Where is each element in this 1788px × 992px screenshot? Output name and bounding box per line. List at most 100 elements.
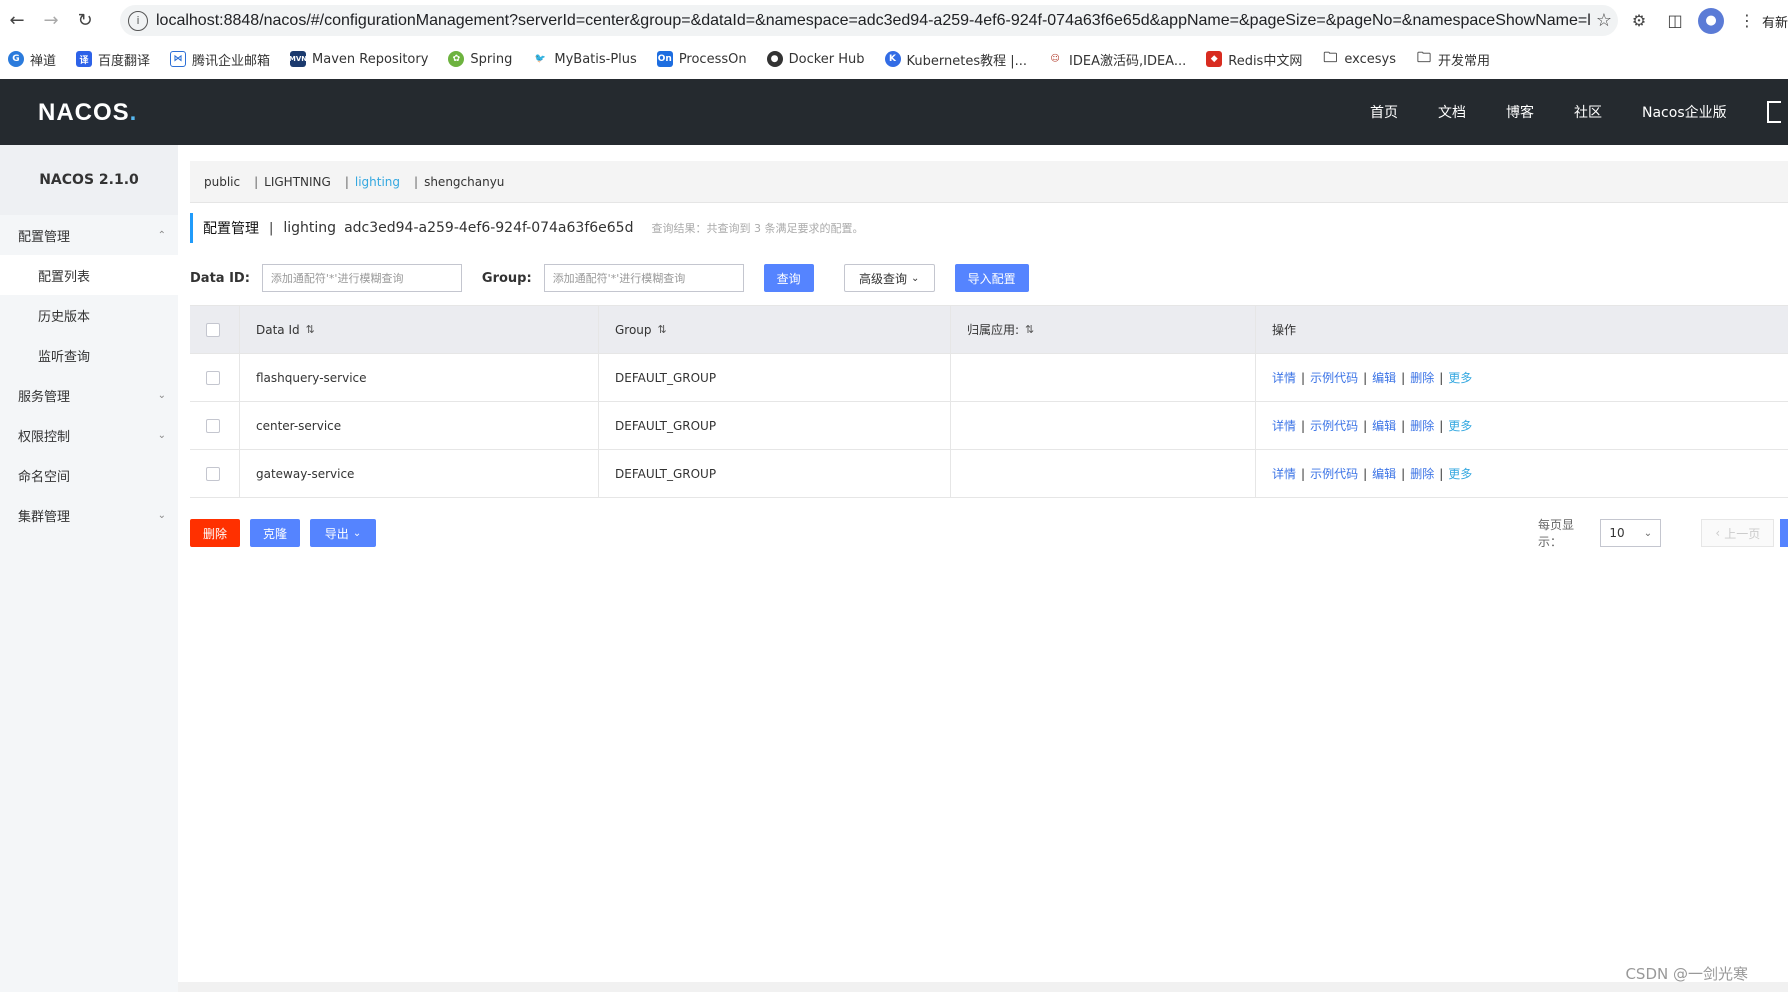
group-input[interactable]: 添加通配符'*'进行模糊查询 bbox=[543, 264, 744, 292]
nav-blog[interactable]: 博客 bbox=[1506, 102, 1534, 122]
data-id-input[interactable]: 添加通配符'*'进行模糊查询 bbox=[261, 264, 462, 292]
batch-actions: 删除 克隆 导出 ⌄ bbox=[190, 518, 376, 548]
query-button[interactable]: 查询 bbox=[763, 264, 814, 292]
sidebar-item-config-management[interactable]: 配置管理 ⌃ bbox=[0, 215, 178, 255]
clone-button[interactable]: 克隆 bbox=[250, 519, 300, 547]
nav-home[interactable]: 首页 bbox=[1370, 102, 1398, 122]
bookmark-item[interactable]: On ProcessOn bbox=[656, 51, 747, 67]
sort-icon[interactable]: ⇅ bbox=[306, 323, 315, 336]
cell-group: DEFAULT_GROUP bbox=[599, 450, 951, 497]
select-all-checkbox[interactable] bbox=[206, 322, 220, 337]
sidebar-item-namespace[interactable]: 命名空间 bbox=[0, 455, 178, 495]
chevron-down-icon: ⌄ bbox=[157, 509, 166, 521]
zentao-icon: G bbox=[8, 51, 24, 67]
table-row: flashquery-service DEFAULT_GROUP 详情 | 示例代… bbox=[190, 354, 1788, 402]
extensions-icon[interactable]: ⚙ bbox=[1626, 8, 1652, 34]
nav-community[interactable]: 社区 bbox=[1574, 102, 1602, 122]
language-switch-icon[interactable] bbox=[1766, 101, 1781, 123]
action-more[interactable]: 更多 bbox=[1448, 465, 1472, 482]
action-more[interactable]: 更多 bbox=[1448, 369, 1472, 386]
namespace-shengchanyu[interactable]: shengchanyu bbox=[424, 175, 504, 189]
action-sample-code[interactable]: 示例代码 bbox=[1310, 369, 1358, 386]
idea-icon: ☺ bbox=[1047, 51, 1064, 67]
folder-icon: 🗀 bbox=[1322, 50, 1339, 67]
sort-icon[interactable]: ⇅ bbox=[1025, 323, 1034, 336]
bookmark-item[interactable]: ◆ Redis中文网 bbox=[1206, 50, 1302, 69]
forward-arrow-icon[interactable]: → bbox=[34, 3, 68, 37]
import-config-button[interactable]: 导入配置 bbox=[954, 264, 1029, 292]
action-detail[interactable]: 详情 bbox=[1272, 369, 1296, 386]
title-namespace-id: adc3ed94-a259-4ef6-924f-074a63f6e65d bbox=[344, 220, 634, 236]
bookmark-item[interactable]: ⋈ 腾讯企业邮箱 bbox=[170, 50, 270, 69]
row-checkbox[interactable] bbox=[206, 370, 220, 385]
chevron-down-icon: ⌄ bbox=[911, 272, 920, 284]
prev-page-button[interactable]: ‹ 上一页 bbox=[1701, 519, 1775, 547]
side-panel-icon[interactable]: ◫ bbox=[1662, 8, 1688, 34]
url-text[interactable]: localhost:8848/nacos/#/configurationMana… bbox=[156, 12, 1590, 30]
action-sample-code[interactable]: 示例代码 bbox=[1310, 465, 1358, 482]
horizontal-scrollbar[interactable] bbox=[178, 982, 1788, 992]
bookmark-item[interactable]: G 禅道 bbox=[8, 50, 56, 69]
sidebar-item-service-management[interactable]: 服务管理 ⌄ bbox=[0, 375, 178, 415]
namespace-lighting[interactable]: lighting bbox=[355, 175, 400, 189]
export-button[interactable]: 导出 ⌄ bbox=[310, 519, 376, 547]
address-bar[interactable]: i localhost:8848/nacos/#/configurationMa… bbox=[120, 5, 1618, 36]
update-badge[interactable]: 有新 bbox=[1762, 12, 1788, 31]
bookmark-item[interactable]: ● Docker Hub bbox=[766, 51, 865, 67]
sort-icon[interactable]: ⇅ bbox=[658, 323, 667, 336]
action-delete[interactable]: 删除 bbox=[1410, 417, 1434, 434]
bookmark-star-icon[interactable]: ☆ bbox=[1590, 10, 1618, 31]
bookmark-folder[interactable]: 🗀 开发常用 bbox=[1415, 50, 1490, 69]
current-page-button[interactable] bbox=[1780, 519, 1788, 547]
col-actions: 操作 bbox=[1272, 323, 1297, 337]
main-content: public | LIGHTNING | lighting | shengcha… bbox=[178, 145, 1788, 992]
cell-actions: 详情 | 示例代码 | 编辑 | 删除 | 更多 bbox=[1272, 417, 1473, 434]
row-checkbox[interactable] bbox=[206, 466, 220, 481]
page-size-select[interactable]: 10 ⌄ bbox=[1600, 519, 1662, 547]
sidebar-item-config-list[interactable]: 配置列表 bbox=[0, 255, 178, 295]
sidebar-item-history[interactable]: 历史版本 bbox=[0, 295, 178, 335]
batch-delete-button[interactable]: 删除 bbox=[190, 519, 240, 547]
action-edit[interactable]: 编辑 bbox=[1372, 369, 1396, 386]
advanced-query-button[interactable]: 高级查询 ⌄ bbox=[843, 264, 935, 292]
row-checkbox[interactable] bbox=[206, 418, 220, 433]
bookmark-folder[interactable]: 🗀 excesys bbox=[1322, 50, 1396, 67]
bookmark-item[interactable]: 译百度翻译 bbox=[76, 50, 150, 69]
action-delete[interactable]: 删除 bbox=[1410, 369, 1434, 386]
menu-dots-icon[interactable]: ⋮ bbox=[1734, 8, 1760, 34]
action-more[interactable]: 更多 bbox=[1448, 417, 1472, 434]
nacos-logo[interactable]: NACOS. bbox=[38, 99, 137, 127]
chevron-down-icon: ⌄ bbox=[157, 429, 166, 441]
sidebar-item-listener-query[interactable]: 监听查询 bbox=[0, 335, 178, 375]
bookmark-item[interactable]: ✿ Spring bbox=[448, 51, 512, 67]
namespace-lightning[interactable]: LIGHTNING bbox=[264, 175, 331, 189]
chevron-left-icon: ‹ bbox=[1715, 526, 1721, 540]
action-edit[interactable]: 编辑 bbox=[1372, 465, 1396, 482]
sidebar-item-access-control[interactable]: 权限控制 ⌄ bbox=[0, 415, 178, 455]
top-nav: 首页 文档 博客 社区 Nacos企业版 bbox=[1370, 79, 1781, 145]
sidebar: NACOS 2.1.0 配置管理 ⌃ 配置列表 历史版本 监听查询 服务管理 ⌄… bbox=[0, 145, 178, 992]
nav-enterprise[interactable]: Nacos企业版 bbox=[1642, 102, 1727, 122]
action-edit[interactable]: 编辑 bbox=[1372, 417, 1396, 434]
folder-icon: 🗀 bbox=[1415, 50, 1432, 67]
sidebar-item-cluster-management[interactable]: 集群管理 ⌄ bbox=[0, 495, 178, 535]
query-result-text: 查询结果：共查询到 3 条满足要求的配置。 bbox=[651, 222, 864, 235]
profile-avatar-icon[interactable]: ● bbox=[1698, 7, 1724, 34]
action-delete[interactable]: 删除 bbox=[1410, 465, 1434, 482]
nav-docs[interactable]: 文档 bbox=[1438, 102, 1466, 122]
action-detail[interactable]: 详情 bbox=[1272, 417, 1296, 434]
bookmark-item[interactable]: 🐦 MyBatis-Plus bbox=[532, 51, 637, 67]
cell-app bbox=[951, 354, 1256, 401]
title-separator: | bbox=[269, 220, 274, 236]
action-detail[interactable]: 详情 bbox=[1272, 465, 1296, 482]
site-info-icon[interactable]: i bbox=[128, 10, 148, 31]
reload-icon[interactable]: ↻ bbox=[68, 3, 102, 37]
action-sample-code[interactable]: 示例代码 bbox=[1310, 417, 1358, 434]
chevron-down-icon: ⌄ bbox=[1643, 527, 1653, 539]
namespace-public[interactable]: public bbox=[204, 175, 240, 189]
bookmark-item[interactable]: K Kubernetes教程 |... bbox=[884, 50, 1027, 69]
back-arrow-icon[interactable]: ← bbox=[0, 3, 34, 37]
bookmark-item[interactable]: MVN Maven Repository bbox=[289, 51, 428, 67]
bookmark-item[interactable]: ☺ IDEA激活码,IDEA... bbox=[1047, 50, 1186, 69]
pagination: 每页显示： 10 ⌄ ‹ 上一页 bbox=[1538, 518, 1788, 549]
